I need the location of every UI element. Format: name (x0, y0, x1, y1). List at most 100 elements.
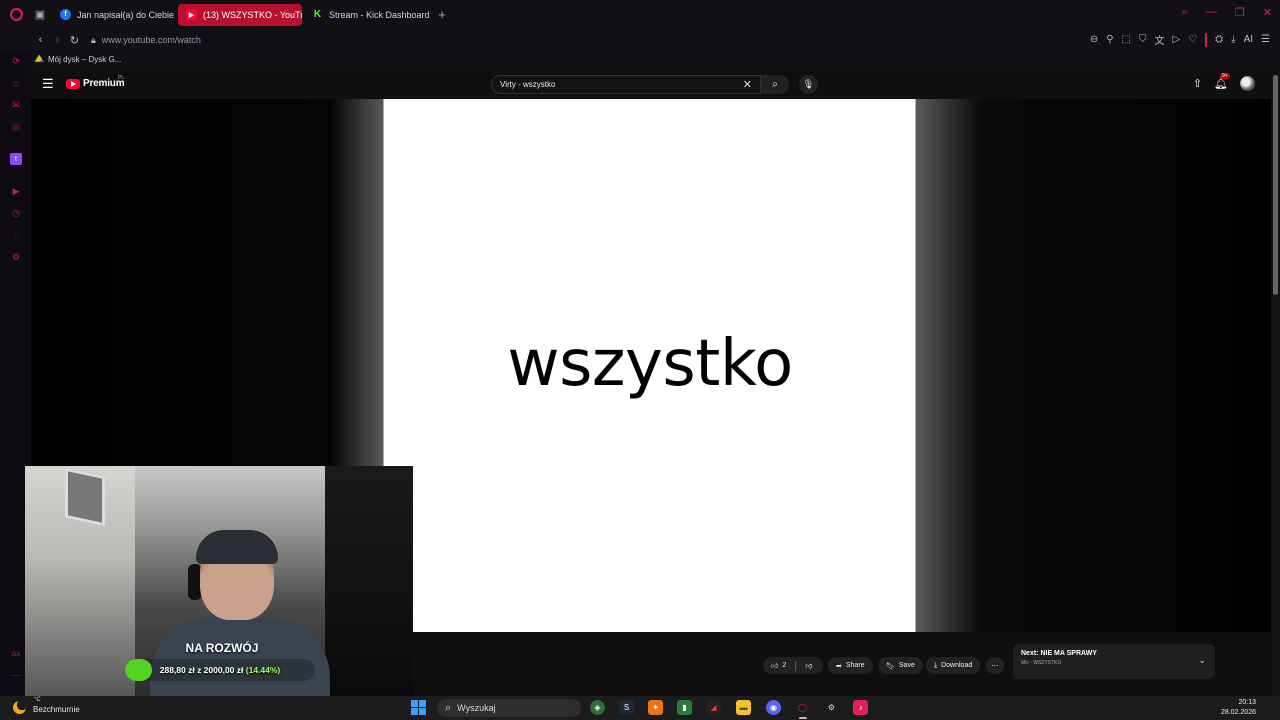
taskbar-search-placeholder: Wyszukaj (457, 703, 496, 713)
settings-icon[interactable]: ⚙ (10, 251, 22, 263)
youtube-logo[interactable]: Premium (66, 78, 125, 89)
weather-text[interactable]: Bezchmurnie (33, 705, 80, 714)
file-explorer-icon[interactable]: ▬ (736, 700, 751, 715)
player-icon[interactable]: ▷ (1172, 34, 1180, 45)
more-icon[interactable]: ⋯ (10, 669, 22, 681)
bookmark-icon: 🔖︎ (886, 662, 895, 670)
tab-facebook[interactable]: f Jan napisał(a) do Ciebie (52, 4, 176, 26)
profile-icon[interactable]: ⛭ (1215, 34, 1223, 45)
bookmarks-bar: Mój dysk – Dysk G... (0, 51, 1280, 67)
new-tab-icon[interactable]: + (432, 7, 452, 22)
up-next-subtitle: Mix - WSZYSTKO (1021, 660, 1062, 666)
pinboard-icon[interactable]: ◌ (10, 229, 22, 241)
tab-label: Jan napisał(a) do Ciebie (77, 9, 175, 20)
save-button[interactable]: 🔖︎ Save (878, 657, 923, 674)
window-controls: ⌕ — ❐ ✕ (1182, 6, 1272, 19)
streaming-app-icon[interactable]: ◢ (706, 700, 721, 715)
extensions-icon[interactable]: ⌂ (10, 77, 22, 89)
opera-logo-icon[interactable] (0, 0, 32, 29)
search-input[interactable]: Virty - wszystko ✕ (491, 75, 761, 94)
gx-icon[interactable]: GX (10, 649, 22, 661)
facebook-icon: f (60, 9, 71, 20)
menu-icon[interactable]: ☰ (42, 76, 54, 92)
donation-goal-title: NA ROZWÓJ (185, 641, 259, 655)
moon-icon[interactable] (13, 701, 26, 714)
translate-icon[interactable]: 文 (1154, 32, 1164, 47)
more-icon: ⋯ (991, 662, 999, 670)
download-icon[interactable]: ⤓ (1231, 34, 1235, 45)
youtube-icon: ▶ (186, 9, 197, 20)
history-icon[interactable]: ◷ (10, 207, 22, 219)
search-icon: ⌕ (445, 701, 452, 714)
clear-search-icon[interactable]: ✕ (743, 78, 752, 91)
url-field[interactable]: www.youtube.com/watch (102, 35, 201, 45)
scrollbar-thumb[interactable] (1273, 75, 1278, 295)
close-icon[interactable]: ✕ (1263, 6, 1272, 19)
windows-taskbar: °C Bezchmurnie ⌕ Wyszukaj ◈ S ✦ ▮ ◢ ▬ ◉ … (0, 696, 1280, 720)
tab-youtube[interactable]: ▶ (13) WSZYSTKO - YouTube (178, 3, 302, 26)
like-count: 2 (782, 662, 787, 669)
app-icon[interactable]: ✦ (648, 700, 663, 715)
system-clock[interactable]: 20:13 28.02.2026 (1221, 698, 1256, 718)
heart-icon[interactable]: ♡ (1188, 34, 1197, 45)
reload-icon[interactable]: ↻ (66, 34, 83, 47)
aria-ai-icon[interactable]: AI (1244, 34, 1253, 45)
discord-icon[interactable]: ◉ (766, 700, 781, 715)
address-bar: ‹ › ↻ 🔒︎ www.youtube.com/watch ⊖ ⚲ ⬚ ⛉ 文… (0, 29, 1280, 51)
search-tabs-icon[interactable]: ⌕ (1182, 6, 1188, 19)
restore-icon[interactable]: ❐ (1235, 6, 1245, 19)
dislike-icon[interactable]: 👎︎ (805, 661, 812, 670)
save-label: Save (898, 662, 915, 669)
skylight (65, 467, 105, 527)
up-next-title: Next: NIE MA SPRAWY (1021, 650, 1097, 657)
page-scrollbar[interactable] (1271, 67, 1280, 696)
zoom-icon[interactable]: ⊖ (1090, 34, 1098, 45)
bookmark-drive[interactable]: Mój dysk – Dysk G... (48, 55, 121, 64)
webcam-overlay: NA ROZWÓJ 288,80 zł z 2000,00 zł (14.44%… (25, 466, 413, 700)
search-value: Virty - wszystko (500, 80, 556, 89)
share-icon: ➦ (836, 662, 842, 670)
up-next-card[interactable]: Next: NIE MA SPRAWY Mix - WSZYSTKO ⌄ (1013, 644, 1215, 679)
opera-gx-icon[interactable]: ◯ (795, 700, 810, 715)
messenger-icon[interactable]: ✉ (10, 99, 22, 111)
more-actions-button[interactable]: ⋯ (986, 657, 1004, 674)
screen: ▣ f Jan napisał(a) do Ciebie ▶ (13) WSZY… (0, 0, 1280, 720)
tab-menu-icon[interactable]: ▣ (32, 0, 48, 29)
voice-search-button[interactable]: 🎙︎ (799, 75, 818, 94)
notifications-icon[interactable]: 🔔︎ 9+ (1214, 73, 1230, 90)
snapshot-icon[interactable]: ⬚ (1122, 34, 1131, 45)
settings-app-icon[interactable]: ⚙ (824, 700, 839, 715)
whatsapp-icon[interactable]: ☏ (10, 121, 22, 133)
like-icon[interactable]: 👍︎ (771, 661, 778, 670)
divider (795, 660, 797, 671)
twitch-icon[interactable]: t (10, 153, 22, 165)
minimize-icon[interactable]: — (1206, 6, 1217, 19)
taskbar-search[interactable]: ⌕ Wyszukaj (437, 699, 581, 717)
tiktok-icon[interactable]: ♪ (853, 700, 868, 715)
share-button[interactable]: ➦ Share (828, 657, 873, 674)
back-icon[interactable]: ‹ (32, 34, 49, 46)
pin-icon[interactable]: ⚲ (1106, 34, 1113, 45)
separator (1205, 32, 1208, 47)
chevron-down-icon[interactable]: ⌄ (1198, 655, 1206, 666)
steam-icon[interactable]: S (619, 700, 634, 715)
donation-goal-bar: 288,80 zł z 2000,00 zł (14.44%) (125, 659, 315, 681)
app-icon-2[interactable]: ▮ (677, 700, 692, 715)
tab-label: Stream - Kick Dashboard (329, 9, 430, 20)
aria-icon[interactable]: ⟳ (10, 55, 22, 67)
player-sidebar-icon[interactable]: ▶ (10, 185, 22, 197)
vpn-app-icon[interactable]: ◈ (590, 700, 605, 715)
google-drive-icon (34, 54, 44, 62)
adblock-icon[interactable]: ⛉ (1139, 34, 1147, 45)
browser-tab-bar: ▣ f Jan napisał(a) do Ciebie ▶ (13) WSZY… (0, 0, 1280, 29)
region-code: PL (118, 75, 125, 81)
easy-setup-icon[interactable]: ☰ (1261, 34, 1270, 45)
tab-kick[interactable]: K Stream - Kick Dashboard (304, 4, 432, 26)
download-arrow-icon: ⤓ (934, 661, 938, 669)
upload-icon[interactable]: ⇧ (1193, 77, 1202, 90)
search-button[interactable]: ⌕ (761, 75, 789, 94)
start-button[interactable] (411, 700, 426, 715)
forward-icon[interactable]: › (49, 34, 66, 46)
avatar[interactable] (1240, 76, 1255, 91)
download-button[interactable]: ⤓ Download (926, 657, 981, 674)
